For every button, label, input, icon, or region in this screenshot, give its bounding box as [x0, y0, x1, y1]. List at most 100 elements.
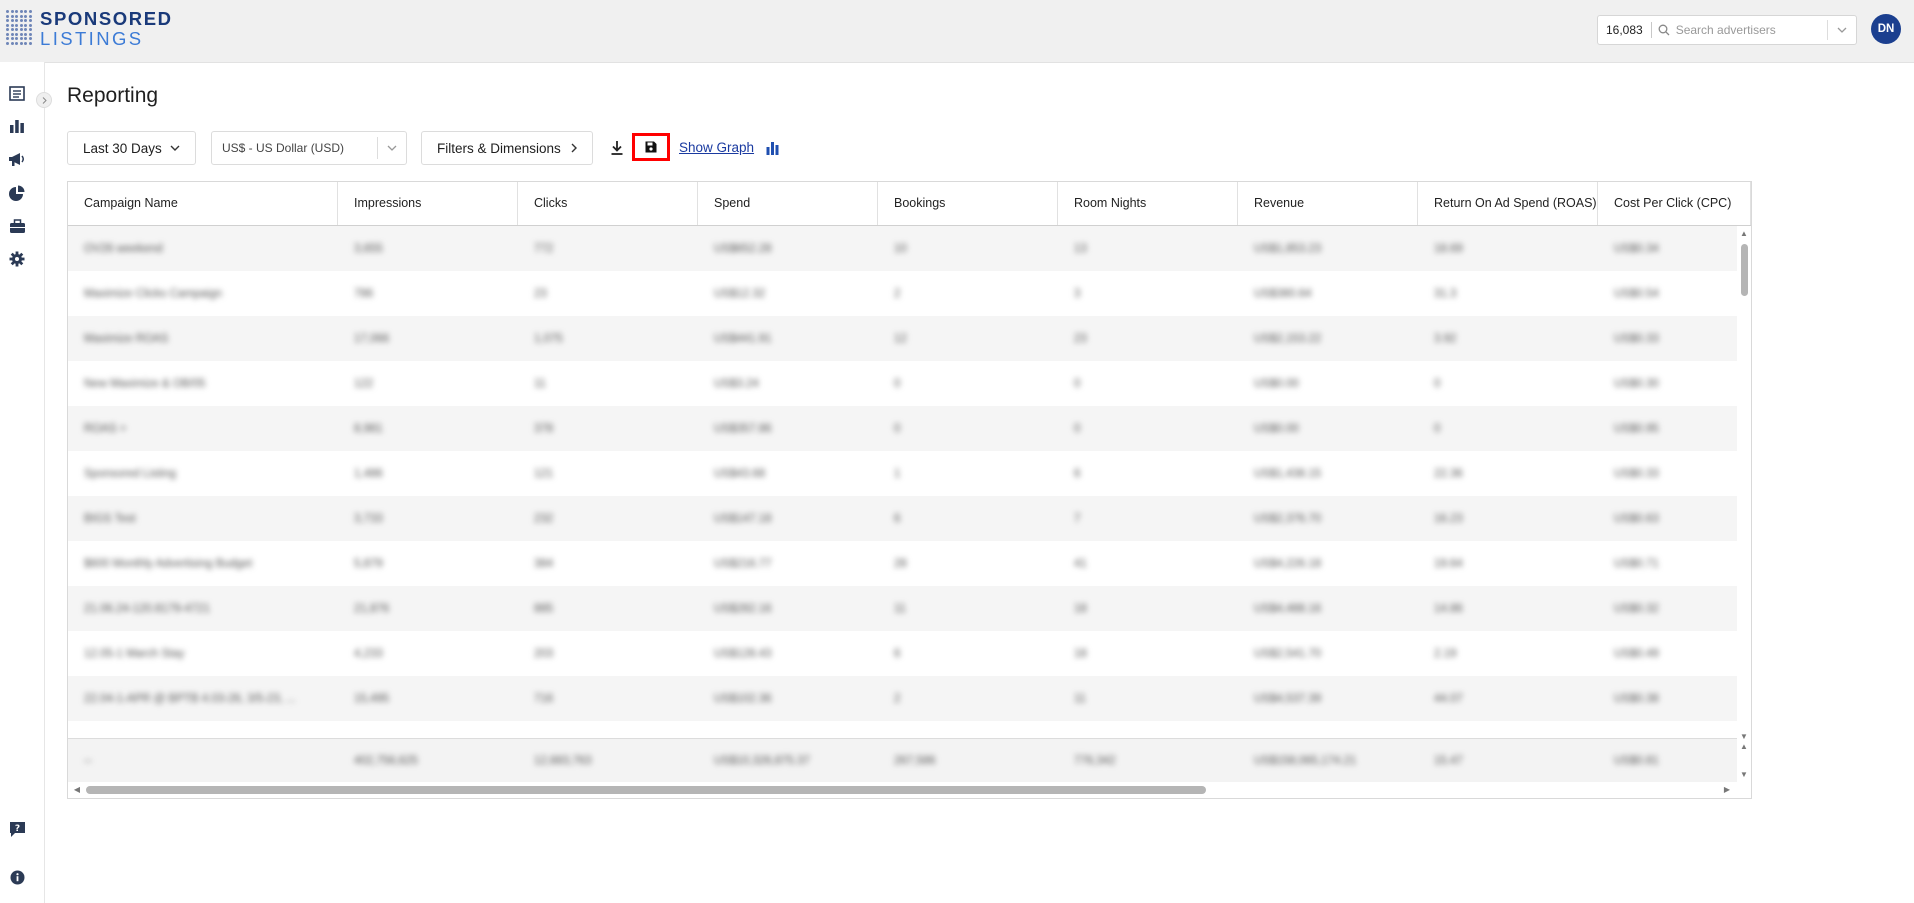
table-cell: BIGS Test — [84, 512, 136, 525]
save-report-button[interactable] — [632, 133, 670, 161]
date-range-dropdown[interactable]: Last 30 Days — [67, 131, 196, 165]
table-row[interactable]: New Maximize & OB/05 122 11 US$3.24 0 0 US$0.0… — [68, 361, 1737, 406]
totals-cell: 12,683,763 — [534, 754, 592, 767]
sidebar-item-info[interactable] — [8, 868, 26, 886]
table-cell: US$2,376.70 — [1254, 512, 1322, 525]
table-cell: 378 — [534, 422, 554, 435]
table-cell: 0 — [1074, 422, 1081, 435]
table-cell: US$0.00 — [1254, 422, 1299, 435]
table-cell: 31.3 — [1434, 287, 1457, 300]
brand-logo[interactable]: SPONSORED LISTINGS — [6, 9, 173, 49]
table-cell: 15,495 — [354, 692, 390, 705]
scroll-left-arrow[interactable]: ◀ — [70, 785, 84, 794]
table-cell: 11 — [534, 377, 546, 390]
column-header[interactable]: Spend — [698, 182, 878, 225]
advertiser-selector[interactable]: 16,083 Search advertisers — [1597, 15, 1857, 45]
chevron-down-icon[interactable] — [377, 137, 406, 159]
sidebar-item-help[interactable]: ? — [8, 820, 26, 838]
scroll-right-arrow[interactable]: ▶ — [1720, 785, 1734, 794]
vertical-scrollbar[interactable]: ▲ ▼ — [1737, 226, 1751, 746]
table-cell: 23 — [1074, 332, 1087, 345]
column-header[interactable]: Impressions — [338, 182, 518, 225]
column-header[interactable]: Clicks — [518, 182, 698, 225]
table-cell: Maximize ROAS — [84, 332, 169, 345]
table-cell: 23 — [534, 287, 547, 300]
column-header[interactable]: Bookings — [878, 182, 1058, 225]
sidebar-item-analytics[interactable] — [8, 184, 26, 202]
table-row[interactable]: 21.06.24-120.8179-4721 21,876 885 US$282.16… — [68, 586, 1737, 631]
horizontal-scrollbar[interactable]: ◀ ▶ — [68, 782, 1751, 798]
column-header[interactable]: Revenue — [1238, 182, 1418, 225]
table-cell: 2.19 — [1434, 647, 1457, 660]
advertiser-search-input[interactable]: Search advertisers — [1676, 23, 1776, 37]
column-header[interactable]: Cost Per Click (CPC) — [1598, 182, 1751, 225]
table-cell: 885 — [534, 602, 554, 615]
sidebar-item-promotions[interactable] — [8, 150, 26, 168]
totals-cell: 776,342 — [1074, 754, 1116, 767]
table-cell: 21.06.24-120.8179-4721 — [84, 602, 210, 615]
show-graph-link[interactable]: Show Graph — [679, 140, 754, 155]
floppy-disk-icon — [645, 141, 657, 153]
user-avatar[interactable]: DN — [1871, 14, 1901, 44]
filters-dimensions-button[interactable]: Filters & Dimensions — [421, 131, 593, 165]
chevron-down-icon[interactable] — [1827, 20, 1856, 40]
table-cell: 8,981 — [354, 422, 383, 435]
top-header: SPONSORED LISTINGS 16,083 Search adverti… — [0, 0, 1914, 63]
table-row[interactable]: BIGS Test 3,733 232 US$147.18 6 7 US$2,376.70 1… — [68, 496, 1737, 541]
table-row[interactable]: ROAS + 8,981 378 US$357.86 0 0 US$0.00 0 US$0.95 — [68, 406, 1737, 451]
date-range-label: Last 30 Days — [83, 140, 162, 156]
totals-scroll-down-arrow[interactable]: ▼ — [1737, 770, 1751, 779]
sidebar-item-settings[interactable] — [8, 250, 26, 268]
table-cell: US$0.38 — [1614, 692, 1659, 705]
table-row[interactable]: 12.05-1 March Stay 4,233 203 US$128.43 6 18 US… — [68, 631, 1737, 676]
table-cell: US$147.18 — [714, 512, 772, 525]
table-cell: 384 — [534, 557, 554, 570]
totals-cell: US$0.81 — [1614, 754, 1659, 767]
table-cell: 17,066 — [354, 332, 390, 345]
scroll-up-arrow[interactable]: ▲ — [1737, 229, 1751, 238]
table-cell: 11 — [1074, 692, 1086, 705]
chevron-right-icon — [42, 96, 47, 104]
chevron-right-icon — [571, 143, 577, 153]
table-cell: US$357.86 — [714, 422, 772, 435]
vertical-scroll-thumb[interactable] — [1741, 244, 1748, 296]
sidebar-item-accounts[interactable] — [8, 217, 26, 235]
table-cell: 2 — [894, 692, 901, 705]
table-cell: US$43.68 — [714, 467, 766, 480]
table-cell: 18.69 — [1434, 242, 1463, 255]
table-cell: 3,733 — [354, 512, 383, 525]
list-icon — [9, 85, 25, 101]
table-row[interactable]: Maximize Clicks Campaign 786 23 US$12.32 2 3 U… — [68, 271, 1737, 316]
bar-chart-icon[interactable] — [766, 141, 779, 155]
totals-cell: US$158,065,174.21 — [1254, 754, 1357, 767]
column-header[interactable]: Return On Ad Spend (ROAS) — [1418, 182, 1598, 225]
table-cell: 0 — [894, 377, 901, 390]
table-cell: US$0.49 — [1614, 647, 1659, 660]
table-cell: 1,075 — [534, 332, 563, 345]
column-header[interactable]: Room Nights — [1058, 182, 1238, 225]
sidebar-collapse-toggle[interactable] — [36, 92, 52, 108]
download-icon[interactable] — [609, 140, 625, 156]
totals-scroll-up-arrow[interactable]: ▲ — [1737, 742, 1751, 751]
table-cell: 21,876 — [354, 602, 390, 615]
table-cell: 28 — [894, 557, 907, 570]
column-header[interactable]: Campaign Name — [68, 182, 338, 225]
table-cell: 4,233 — [354, 647, 383, 660]
table-row[interactable]: Sponsored Listing 1,486 121 US$43.68 1 6 US$1,… — [68, 451, 1737, 496]
table-row[interactable]: 22.04-1-APR @ BPTB 4.03-26, 3/5-23, ... 1… — [68, 676, 1737, 721]
table-row[interactable]: $600 Monthly Advertising Budget 5,879 384 U… — [68, 541, 1737, 586]
table-row[interactable]: OV26 weekend 3,655 772 US$652.28 10 13 US$1,85… — [68, 226, 1737, 271]
table-cell: 41 — [1074, 557, 1087, 570]
bar-chart-icon — [10, 120, 24, 133]
sidebar-item-reporting[interactable] — [8, 117, 26, 135]
currency-select[interactable]: US$ - US Dollar (USD) — [211, 131, 407, 165]
horizontal-scroll-thumb[interactable] — [86, 786, 1206, 794]
briefcase-icon — [9, 218, 25, 233]
scroll-down-arrow[interactable]: ▼ — [1737, 732, 1751, 741]
sidebar-item-campaigns[interactable] — [8, 84, 26, 102]
table-row[interactable]: Maximize ROAS 17,066 1,075 US$441.91 12 23 US$… — [68, 316, 1737, 361]
table-cell: 6 — [1074, 467, 1081, 480]
table-cell: Sponsored Listing — [84, 467, 177, 480]
table-cell: US$0.63 — [1614, 512, 1659, 525]
table-cell: 12.05-1 March Stay — [84, 647, 185, 660]
